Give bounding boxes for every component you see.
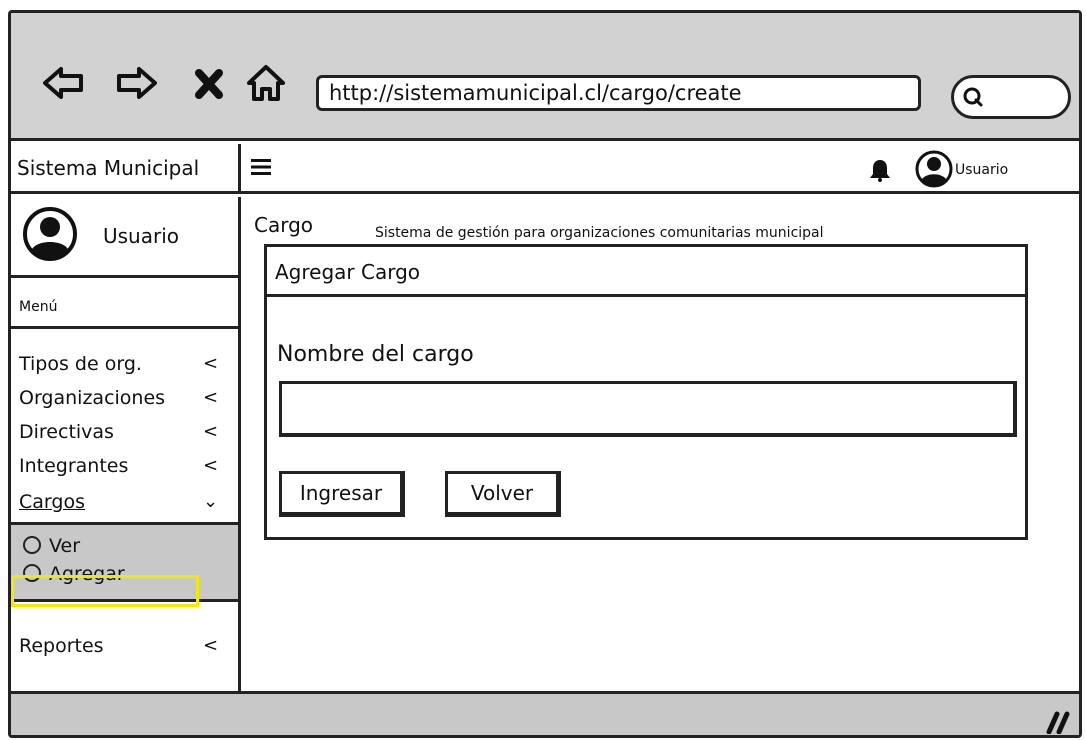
ingresar-button[interactable]: Ingresar bbox=[279, 471, 405, 517]
sidebar-item-directivas[interactable]: Directivas < bbox=[11, 415, 238, 449]
app-brand[interactable]: Sistema Municipal bbox=[11, 144, 241, 194]
submenu-item-ver[interactable]: Ver bbox=[23, 535, 80, 557]
url-bar[interactable]: http://sistemamunicipal.cl/cargo/create bbox=[316, 75, 921, 111]
sidebar-user-panel: Usuario bbox=[11, 197, 238, 278]
forward-arrow-icon[interactable] bbox=[115, 63, 159, 103]
browser-toolbar: http://sistemamunicipal.cl/cargo/create bbox=[11, 13, 1079, 141]
resize-grip-icon[interactable] bbox=[1043, 710, 1071, 734]
page-subtitle: Sistema de gestión para organizaciones c… bbox=[375, 225, 824, 241]
search-icon bbox=[963, 87, 983, 107]
chevron-left-icon: < bbox=[203, 387, 219, 408]
sidebar-item-reportes[interactable]: Reportes < bbox=[11, 629, 238, 663]
sidebar-item-label: Reportes bbox=[19, 635, 104, 657]
submenu-item-label: Ver bbox=[49, 535, 81, 557]
chevron-down-icon: ⌄ bbox=[203, 491, 219, 512]
sidebar-item-cargos[interactable]: Cargos ⌄ bbox=[11, 485, 238, 519]
top-navbar: Usuario bbox=[241, 144, 1079, 194]
page-title: Cargo bbox=[254, 213, 314, 237]
main-content: Cargo Sistema de gestión para organizaci… bbox=[244, 197, 1079, 691]
sidebar-item-tipos-org[interactable]: Tipos de org. < bbox=[11, 347, 238, 381]
hamburger-menu-icon[interactable] bbox=[251, 158, 271, 176]
sidebar-item-label: Directivas bbox=[19, 421, 114, 443]
menu-header: Menú bbox=[11, 281, 238, 329]
back-arrow-icon[interactable] bbox=[41, 63, 85, 103]
cargo-name-label: Nombre del cargo bbox=[277, 342, 474, 367]
sidebar-item-label: Integrantes bbox=[19, 455, 129, 477]
stop-x-icon[interactable] bbox=[191, 63, 227, 103]
home-icon[interactable] bbox=[245, 63, 287, 103]
user-avatar-icon[interactable] bbox=[915, 150, 953, 188]
card-title: Agregar Cargo bbox=[267, 247, 1025, 297]
sidebar-item-label: Cargos bbox=[19, 491, 85, 513]
sidebar-user-name: Usuario bbox=[103, 224, 180, 248]
active-item-highlight bbox=[11, 575, 199, 607]
browser-search-field[interactable] bbox=[951, 75, 1071, 119]
status-bar bbox=[11, 691, 1079, 735]
chevron-left-icon: < bbox=[203, 455, 219, 476]
chevron-left-icon: < bbox=[203, 421, 219, 442]
add-cargo-card: Agregar Cargo Nombre del cargo Ingresar … bbox=[264, 244, 1028, 540]
sidebar-item-organizaciones[interactable]: Organizaciones < bbox=[11, 381, 238, 415]
cargo-name-input[interactable] bbox=[279, 381, 1017, 437]
chevron-left-icon: < bbox=[203, 635, 219, 656]
sidebar: Usuario Menú Tipos de org. < Organizacio… bbox=[11, 197, 241, 691]
sidebar-item-label: Tipos de org. bbox=[19, 353, 142, 375]
sidebar-item-label: Organizaciones bbox=[19, 387, 166, 409]
chevron-left-icon: < bbox=[203, 353, 219, 374]
volver-button[interactable]: Volver bbox=[445, 471, 561, 517]
sidebar-item-integrantes[interactable]: Integrantes < bbox=[11, 449, 238, 483]
browser-window: http://sistemamunicipal.cl/cargo/create … bbox=[8, 10, 1082, 738]
bell-icon[interactable] bbox=[868, 158, 892, 182]
top-user-label[interactable]: Usuario bbox=[955, 162, 1008, 178]
user-avatar-icon bbox=[23, 207, 77, 261]
circle-icon bbox=[23, 536, 41, 554]
